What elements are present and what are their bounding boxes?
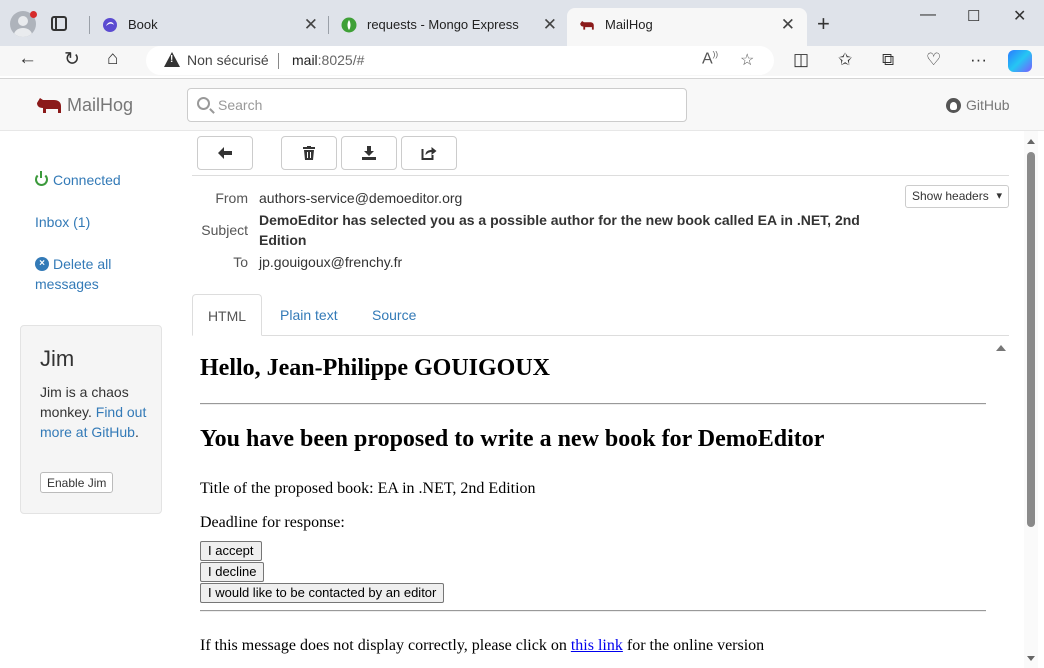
browser-tab-mongo-express[interactable]: requests - Mongo Express ✕ (329, 8, 569, 46)
email-deadline: Deadline for response: (200, 514, 345, 531)
url-text[interactable]: mail:8025/# (292, 52, 364, 68)
email-greeting: Hello, Jean-Philippe GOUIGOUX (200, 355, 551, 381)
connected-status[interactable]: Connected (53, 170, 121, 190)
tab-label: MailHog (605, 17, 653, 32)
browser-tab-book[interactable]: Book ✕ (90, 8, 330, 46)
from-label: From (215, 190, 248, 206)
search-icon (197, 97, 210, 110)
search-box[interactable] (187, 88, 687, 122)
book-favicon-icon (103, 18, 117, 32)
jim-panel: Jim Jim is a chaos monkey. Find out more… (20, 325, 162, 514)
github-icon[interactable] (946, 98, 961, 113)
jim-title: Jim (40, 346, 75, 371)
security-label[interactable]: Non sécurisé (187, 52, 269, 68)
maximize-icon[interactable]: ☐ (967, 7, 980, 25)
mongo-express-favicon-icon (341, 17, 357, 33)
jim-description: Jim is a chaos monkey. Find out more at … (40, 382, 155, 442)
release-button[interactable] (401, 136, 457, 170)
tab-label: requests - Mongo Express (367, 17, 519, 32)
subject-label: Subject (201, 222, 248, 238)
url-host: mail (292, 52, 318, 68)
show-headers-select[interactable]: Show headers ▾ (905, 185, 1009, 208)
to-value: jp.gouigoux@frenchy.fr (259, 254, 403, 270)
tab-source[interactable]: Source (372, 294, 416, 336)
back-button[interactable] (197, 136, 253, 170)
omnibox[interactable]: Non sécurisé mail:8025/# A)) ☆ (146, 46, 774, 75)
from-value: authors-service@demoeditor.org (259, 190, 463, 206)
jim-period: . (134, 424, 139, 440)
close-tab-icon[interactable]: ✕ (304, 15, 318, 35)
notification-dot (30, 11, 37, 18)
scroll-up-icon[interactable] (1027, 139, 1035, 144)
collections-icon[interactable]: ⧉ (882, 50, 894, 70)
download-button[interactable] (341, 136, 397, 170)
close-tab-icon[interactable]: ✕ (543, 15, 557, 35)
browser-tab-bar: Book ✕ requests - Mongo Express ✕ MailHo… (0, 0, 1044, 46)
email-divider (200, 610, 986, 612)
power-icon (35, 171, 48, 186)
url-rest: :8025/# (317, 52, 365, 68)
read-aloud-icon[interactable]: A)) (702, 50, 718, 68)
download-icon (362, 146, 376, 160)
show-headers-label: Show headers (912, 189, 989, 203)
delete-button[interactable] (281, 136, 337, 170)
brand-name[interactable]: MailHog (67, 95, 133, 116)
to-label: To (233, 254, 248, 270)
scroll-down-icon[interactable] (1027, 656, 1035, 661)
browser-tab-mailhog[interactable]: MailHog ✕ (567, 8, 807, 46)
github-link[interactable]: GitHub (966, 97, 1010, 113)
search-input[interactable] (218, 94, 678, 116)
footer-text: If this message does not display correct… (200, 637, 567, 654)
header-divider (192, 175, 1009, 176)
arrow-left-icon (218, 147, 232, 159)
home-icon[interactable]: ⌂ (107, 48, 118, 70)
email-heading: You have been proposed to write a new bo… (200, 426, 825, 452)
footer-text-end: for the online version (626, 637, 765, 654)
tab-plain-text[interactable]: Plain text (280, 294, 338, 336)
copilot-icon[interactable] (1008, 50, 1032, 72)
delete-all-messages-link[interactable]: Delete all messages (35, 254, 135, 294)
decline-button[interactable]: I decline (200, 562, 265, 582)
chevron-down-icon: ▾ (996, 190, 1002, 202)
inbox-link[interactable]: Inbox (1) (35, 212, 90, 232)
enable-jim-button[interactable]: Enable Jim (40, 472, 114, 493)
close-window-icon[interactable]: ✕ (1013, 6, 1026, 26)
mailhog-favicon-icon (580, 21, 594, 30)
tab-label: Book (128, 17, 158, 32)
favorites-icon[interactable]: ✩ (838, 50, 852, 70)
accept-button[interactable]: I accept (200, 541, 262, 561)
email-book-title: Title of the proposed book: EA in .NET, … (200, 480, 536, 497)
back-arrow-icon[interactable]: ← (18, 48, 37, 70)
more-options-icon[interactable]: ··· (970, 50, 987, 70)
trash-icon (303, 146, 315, 160)
preview-tabs: HTML Plain text Source (192, 294, 1009, 336)
tab-actions-icon[interactable] (51, 16, 67, 31)
favorite-star-icon[interactable]: ☆ (740, 50, 754, 70)
email-html-preview: Hello, Jean-Philippe GOUIGOUX You have b… (192, 336, 1009, 668)
split-screen-icon[interactable]: ◫ (793, 50, 809, 70)
mailhog-app: MailHog GitHub Connected Inbox (1) × Del… (0, 78, 1044, 668)
tab-html[interactable]: HTML (192, 294, 262, 336)
contact-editor-button[interactable]: I would like to be contacted by an edito… (200, 583, 445, 603)
url-separator (278, 53, 279, 69)
close-tab-icon[interactable]: ✕ (781, 15, 795, 35)
scrollbar-thumb[interactable] (1027, 152, 1035, 527)
share-icon (421, 147, 437, 160)
minimize-icon[interactable]: — (920, 6, 936, 24)
email-footer: If this message does not display correct… (200, 637, 764, 655)
reload-icon[interactable]: ↻ (64, 48, 80, 71)
mailhog-logo-icon[interactable] (36, 97, 62, 114)
new-tab-icon[interactable]: + (817, 11, 830, 37)
subject-value: DemoEditor has selected you as a possibl… (259, 212, 860, 248)
navbar: MailHog GitHub (0, 79, 1044, 131)
browser-essentials-icon[interactable]: ♡ (926, 50, 941, 70)
browser-address-bar: ← ↻ ⌂ Non sécurisé mail:8025/# A)) ☆ ◫ ✩… (0, 46, 1044, 76)
email-divider (200, 403, 986, 405)
online-version-link[interactable]: this link (571, 637, 623, 654)
warning-icon[interactable] (164, 52, 180, 67)
